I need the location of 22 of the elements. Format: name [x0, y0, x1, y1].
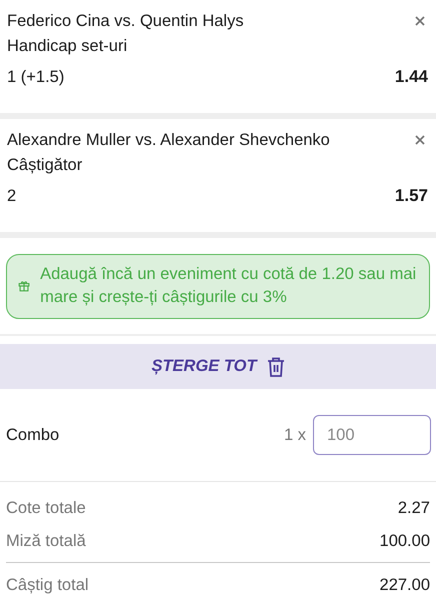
- match-title: Alexandre Muller vs. Alexander Shevchenko: [7, 130, 330, 150]
- clear-all-button[interactable]: ȘTERGE TOT: [0, 344, 436, 389]
- multiplier-text: 1 x: [284, 426, 306, 444]
- close-icon[interactable]: [414, 15, 426, 27]
- stake-input[interactable]: 100: [313, 415, 431, 455]
- bet-type-label: Combo: [6, 426, 60, 444]
- odds-value: 1.44: [394, 67, 428, 87]
- selection-pick: 1 (+1.5): [7, 68, 64, 86]
- match-title: Federico Cina vs. Quentin Halys: [7, 12, 244, 30]
- close-icon[interactable]: [414, 134, 426, 146]
- odds-value: 1.57: [394, 186, 428, 206]
- promo-text: Adaugă încă un eveniment cu cotă de 1.20 sau mai mare și crește-ți câștigurile cu 3%: [40, 264, 418, 308]
- summary-label: Miză totală: [6, 532, 86, 551]
- trash-icon: [266, 356, 285, 376]
- market-name: Handicap set-uri: [7, 37, 128, 55]
- summary-label: Cote totale: [6, 499, 86, 518]
- summary-value: 100.00: [380, 532, 430, 551]
- summary-value: 2.27: [398, 499, 430, 518]
- selection-pick: 2: [7, 186, 16, 206]
- market-name: Câștigător: [7, 156, 82, 174]
- summary-value: 227.00: [380, 576, 430, 594]
- summary-label: Câștig total: [6, 576, 89, 594]
